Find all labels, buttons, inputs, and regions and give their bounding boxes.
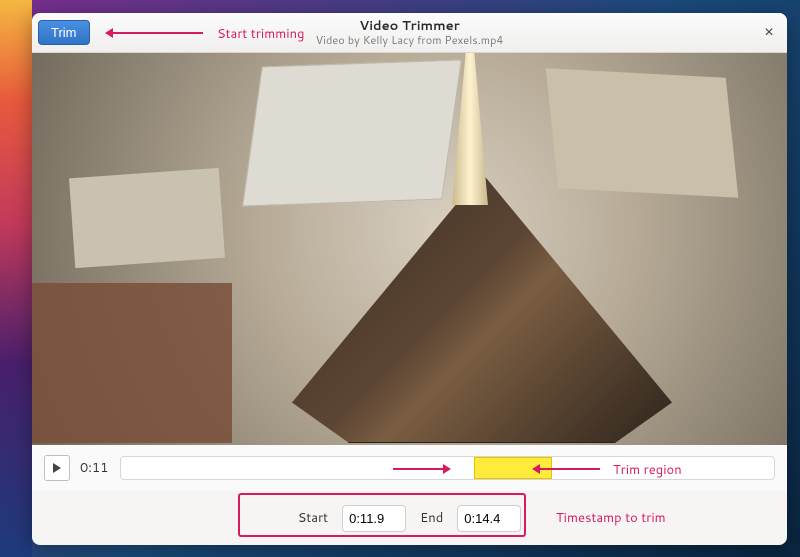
timestamp-row: Start End [32,491,787,545]
start-time-input[interactable] [342,505,406,532]
desktop-wallpaper-edge [0,0,32,557]
window-subtitle: Video by Kelly Lacy from Pexels.mp4 [316,34,504,46]
close-button[interactable]: × [757,21,781,45]
start-label: Start [298,509,328,527]
annotation-arrow-region-left [393,468,443,470]
annotation-arrow-region-right [540,468,600,470]
end-time-input[interactable] [457,505,521,532]
play-icon [53,463,61,473]
window-title-block: Video Trimmer Video by Kelly Lacy from P… [316,19,504,45]
current-timecode: 0:11 [80,459,110,477]
video-trimmer-window: Trim Video Trimmer Video by Kelly Lacy f… [32,13,787,545]
trim-button[interactable]: Trim [38,20,90,45]
play-button[interactable] [44,455,70,481]
video-preview [32,53,787,445]
end-label: End [420,509,443,527]
annotation-arrow-trim [113,32,203,34]
